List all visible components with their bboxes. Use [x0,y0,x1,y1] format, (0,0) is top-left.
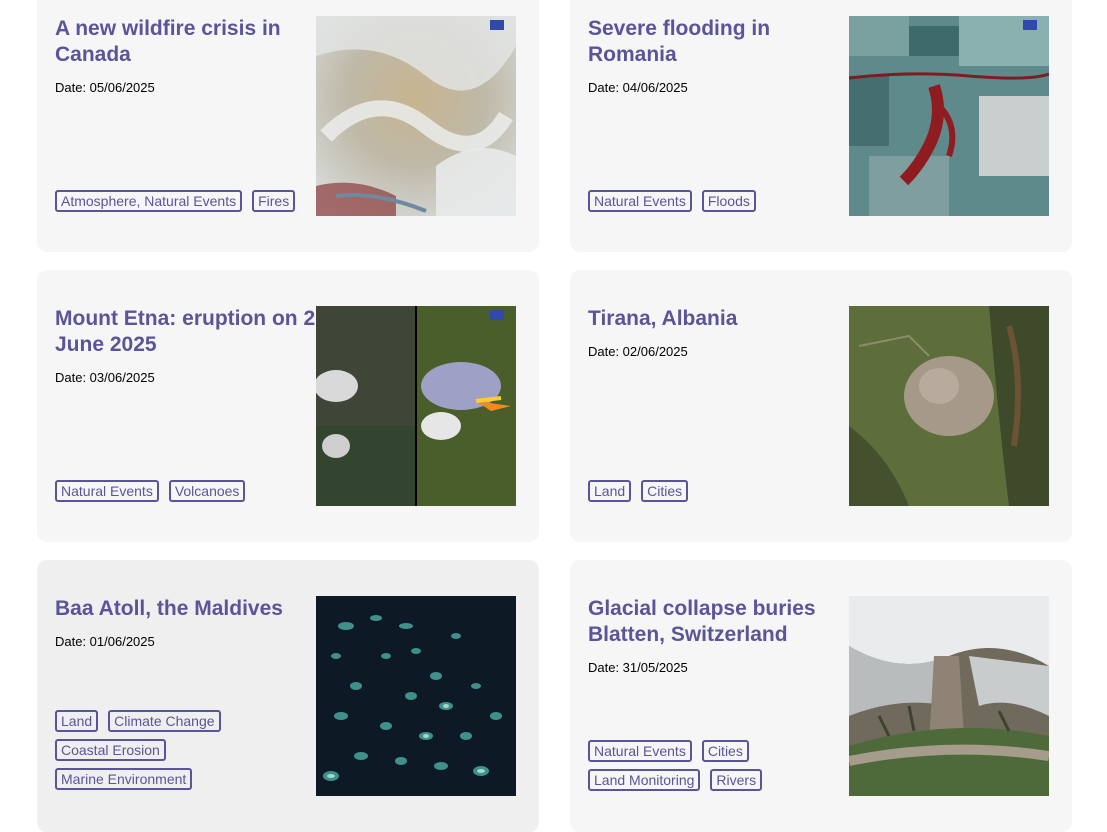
tag-list: Atmosphere, Natural Events Fires [55,190,315,219]
card-title[interactable]: Glacial collapse buries Blatten, Switzer… [588,596,850,648]
tag-list: Natural Events Volcanoes [55,480,315,509]
card-thumbnail-image[interactable] [849,16,1049,216]
tag-volcanoes[interactable]: Volcanoes [168,480,246,502]
card-title[interactable]: Mount Etna: eruption on 2 June 2025 [55,306,317,358]
satellite-image-flood [849,16,1049,216]
satellite-image-baa-atoll [316,596,516,796]
card-title[interactable]: Severe flooding in Romania [588,16,850,68]
card-title[interactable]: Baa Atoll, the Maldives [55,596,317,622]
article-card-mount-etna[interactable]: Mount Etna: eruption on 2 June 2025 Date… [37,270,539,542]
tag-land[interactable]: Land [55,710,99,732]
satellite-image-tirana [849,306,1049,506]
tag-land[interactable]: Land [588,480,632,502]
card-date: Date: 04/06/2025 [588,80,688,95]
card-thumbnail-image[interactable] [316,16,516,216]
satellite-image-etna-eruption [316,306,516,506]
tag-list: Natural Events Floods [588,190,848,219]
tag-floods[interactable]: Floods [701,190,756,212]
tag-natural-events[interactable]: Natural Events [588,740,692,762]
tag-list: Natural Events Cities Land Monitoring River… [588,740,848,798]
card-date: Date: 03/06/2025 [55,370,155,385]
satellite-image-blatten-glacier [849,596,1049,796]
tag-fires[interactable]: Fires [252,190,296,212]
satellite-image-wildfire-smoke [316,16,516,216]
tag-cities[interactable]: Cities [701,740,749,762]
card-thumbnail-image[interactable] [849,596,1049,796]
card-thumbnail-image[interactable] [316,306,516,506]
tag-cities[interactable]: Cities [641,480,689,502]
tag-natural-events[interactable]: Natural Events [588,190,692,212]
tag-rivers[interactable]: Rivers [710,769,763,791]
tag-land-monitoring[interactable]: Land Monitoring [588,769,701,791]
card-title[interactable]: Tirana, Albania [588,306,850,332]
card-thumbnail-image[interactable] [849,306,1049,506]
tag-natural-events[interactable]: Natural Events [55,480,159,502]
card-date: Date: 02/06/2025 [588,344,688,359]
article-card-tirana[interactable]: Tirana, Albania Date: 02/06/2025 Land Cit… [570,270,1072,542]
article-card-romania-flooding[interactable]: Severe flooding in Romania Date: 04/06/2… [570,0,1072,252]
tag-atmosphere-natural-events[interactable]: Atmosphere, Natural Events [55,190,243,212]
article-card-baa-atoll[interactable]: Baa Atoll, the Maldives Date: 01/06/2025… [37,560,539,832]
tag-marine-environment[interactable]: Marine Environment [55,768,193,790]
card-date: Date: 05/06/2025 [55,80,155,95]
card-date: Date: 31/05/2025 [588,660,688,675]
card-date: Date: 01/06/2025 [55,634,155,649]
tag-list: Land Climate Change Coastal Erosion Marine … [55,710,315,797]
tag-list: Land Cities [588,480,848,509]
card-thumbnail-image[interactable] [316,596,516,796]
card-title[interactable]: A new wildfire crisis in Canada [55,16,317,68]
article-card-blatten-glacier[interactable]: Glacial collapse buries Blatten, Switzer… [570,560,1072,832]
article-card-canada-wildfire[interactable]: A new wildfire crisis in Canada Date: 05… [37,0,539,252]
tag-coastal-erosion[interactable]: Coastal Erosion [55,739,166,761]
tag-climate-change[interactable]: Climate Change [108,710,221,732]
